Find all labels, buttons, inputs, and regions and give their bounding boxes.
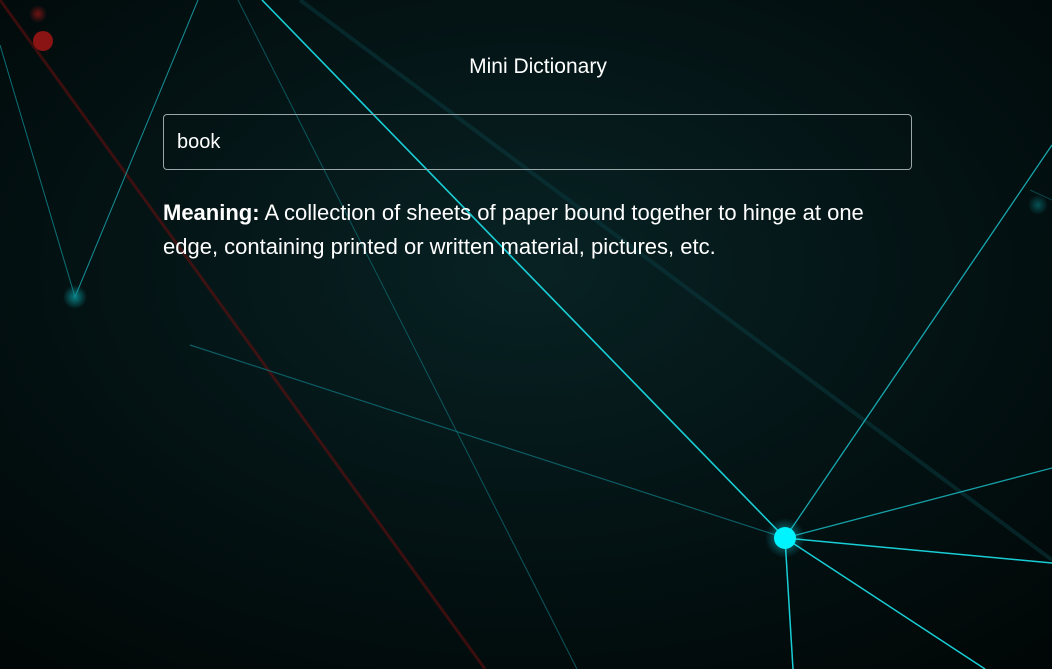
meaning-result: Meaning: A collection of sheets of paper… — [163, 196, 903, 264]
meaning-text: A collection of sheets of paper bound to… — [163, 200, 864, 259]
page-title: Mini Dictionary — [469, 55, 607, 78]
meaning-label: Meaning: — [163, 200, 260, 225]
dictionary-page: Mini Dictionary Meaning: A collection of… — [0, 0, 1052, 669]
word-search-input[interactable] — [163, 114, 912, 170]
